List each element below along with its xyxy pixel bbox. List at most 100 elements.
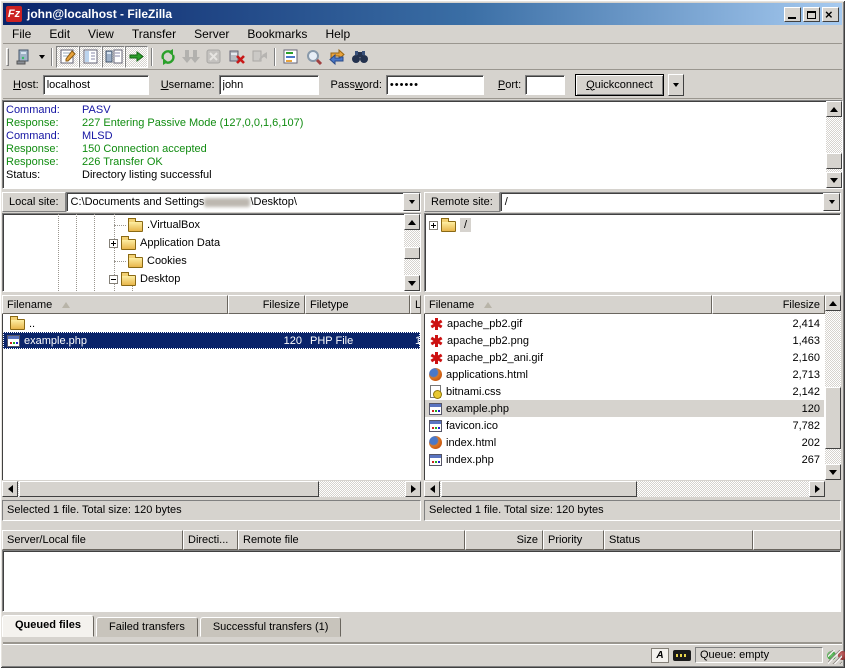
scroll-right-button[interactable] <box>405 481 421 497</box>
file-row[interactable]: index.html202 <box>425 434 824 451</box>
file-row[interactable]: index.php267 <box>425 451 824 468</box>
tab-failed-transfers[interactable]: Failed transfers <box>96 617 198 637</box>
column-header-filename[interactable]: Filename <box>424 295 712 314</box>
remote-site-dropdown-button[interactable] <box>823 193 840 211</box>
scroll-down-button[interactable] <box>826 172 842 188</box>
disconnect-button[interactable] <box>225 46 248 68</box>
tree-item-root[interactable]: / <box>429 216 471 234</box>
column-header-remote-file[interactable]: Remote file <box>238 530 465 550</box>
scrollbar-thumb[interactable] <box>825 387 841 449</box>
scrollbar-thumb[interactable] <box>826 153 842 169</box>
file-row[interactable]: bitnami.css2,142 <box>425 383 824 400</box>
menu-transfer[interactable]: Transfer <box>123 25 185 43</box>
transfer-type-indicator-icon: A <box>651 648 669 663</box>
quickconnect-dropdown-button[interactable] <box>668 74 684 96</box>
column-header-filesize[interactable]: Filesize <box>712 295 825 314</box>
scrollbar-thumb[interactable] <box>404 247 420 259</box>
toggle-message-log-button[interactable] <box>56 46 79 68</box>
menu-help[interactable]: Help <box>316 25 359 43</box>
toggle-transfer-queue-button[interactable] <box>125 46 148 68</box>
scroll-left-button[interactable] <box>424 481 440 497</box>
file-row[interactable]: apache_pb2.png1,463 <box>425 332 824 349</box>
scroll-right-button[interactable] <box>809 481 825 497</box>
remote-horizontal-scrollbar[interactable] <box>424 481 825 497</box>
toggle-local-tree-button[interactable] <box>79 46 102 68</box>
transfer-queue-list[interactable] <box>2 550 841 612</box>
directory-comparison-button[interactable] <box>302 46 325 68</box>
file-row[interactable]: apache_pb2_ani.gif2,160 <box>425 349 824 366</box>
scroll-up-button[interactable] <box>826 101 842 117</box>
tree-item-cookies[interactable]: Cookies <box>125 252 187 270</box>
refresh-button[interactable] <box>156 46 179 68</box>
local-file-list[interactable]: .. example.php 120 PHP File 1 <box>2 314 421 480</box>
remote-file-list[interactable]: apache_pb2.gif2,414 apache_pb2.png1,463 … <box>424 314 825 480</box>
password-input[interactable] <box>386 75 484 95</box>
local-site-combobox[interactable]: C:\Documents and Settings\Desktop\ <box>66 192 421 212</box>
process-queue-button[interactable] <box>179 46 202 68</box>
tab-successful-transfers[interactable]: Successful transfers (1) <box>200 617 342 637</box>
tab-queued-files[interactable]: Queued files <box>2 615 94 637</box>
scrollbar-thumb[interactable] <box>441 481 637 497</box>
column-header-filesize[interactable]: Filesize <box>228 295 305 314</box>
local-horizontal-scrollbar[interactable] <box>2 481 421 497</box>
quickconnect-button[interactable]: Quickconnect <box>575 74 664 96</box>
toolbar-grip[interactable] <box>6 48 9 66</box>
tree-item-virtualbox[interactable]: .VirtualBox <box>125 216 200 234</box>
scroll-down-button[interactable] <box>404 275 420 291</box>
local-site-dropdown-button[interactable] <box>403 193 420 211</box>
site-manager-dropdown-button[interactable] <box>35 46 48 68</box>
site-manager-button[interactable] <box>12 46 35 68</box>
message-log[interactable]: Command:PASV Response:227 Entering Passi… <box>2 100 843 189</box>
file-row[interactable]: apache_pb2.gif2,414 <box>425 315 824 332</box>
column-header-filetype[interactable]: Filetype <box>305 295 410 314</box>
tree-item-desktop[interactable]: Desktop <box>109 270 180 288</box>
scroll-left-button[interactable] <box>2 481 18 497</box>
close-button[interactable]: × <box>822 7 839 22</box>
file-row-example-php[interactable]: example.php 120 PHP File 1 <box>3 332 420 349</box>
scrollbar-thumb[interactable] <box>19 481 319 497</box>
maximize-button[interactable] <box>803 7 820 22</box>
log-scrollbar[interactable] <box>826 101 842 188</box>
remote-list-scrollbar[interactable] <box>825 295 841 480</box>
scroll-up-button[interactable] <box>404 214 420 230</box>
column-header-priority[interactable]: Priority <box>543 530 604 550</box>
menu-file[interactable]: File <box>3 25 40 43</box>
column-header-last-modified[interactable]: L <box>410 295 421 314</box>
find-files-button[interactable] <box>348 46 371 68</box>
column-header-status[interactable]: Status <box>604 530 753 550</box>
close-icon: × <box>825 8 833 21</box>
expand-icon[interactable] <box>429 221 438 230</box>
title-bar[interactable]: Fz john@localhost - FileZilla × <box>3 3 842 25</box>
resize-grip[interactable] <box>828 650 842 664</box>
scroll-up-button[interactable] <box>825 295 841 311</box>
column-header-size[interactable]: Size <box>465 530 543 550</box>
directory-listing-filters-button[interactable] <box>279 46 302 68</box>
tree-item-application-data[interactable]: Application Data <box>109 234 220 252</box>
toggle-remote-tree-button[interactable] <box>102 46 125 68</box>
file-row[interactable]: applications.html2,713 <box>425 366 824 383</box>
file-row-parent-dir[interactable]: .. <box>3 315 420 332</box>
local-tree-scrollbar[interactable] <box>404 214 420 291</box>
menu-view[interactable]: View <box>79 25 123 43</box>
menu-server[interactable]: Server <box>185 25 238 43</box>
column-header-filename[interactable]: Filename <box>2 295 228 314</box>
collapse-icon[interactable] <box>109 275 118 284</box>
cancel-operation-button[interactable] <box>202 46 225 68</box>
menu-bookmarks[interactable]: Bookmarks <box>238 25 316 43</box>
menu-edit[interactable]: Edit <box>40 25 79 43</box>
host-input[interactable] <box>43 75 149 95</box>
expand-icon[interactable] <box>109 239 118 248</box>
username-input[interactable] <box>219 75 319 95</box>
remote-site-combobox[interactable]: / <box>500 192 841 212</box>
file-row[interactable]: favicon.ico7,782 <box>425 417 824 434</box>
remote-directory-tree[interactable]: / <box>424 213 841 292</box>
local-directory-tree[interactable]: .VirtualBox Application Data Cookies Des… <box>2 213 421 292</box>
minimize-button[interactable] <box>784 7 801 22</box>
file-row-example-php[interactable]: example.php120 <box>425 400 824 417</box>
synchronized-browsing-button[interactable] <box>325 46 348 68</box>
scroll-down-button[interactable] <box>825 464 841 480</box>
column-header-direction[interactable]: Directi... <box>183 530 238 550</box>
reconnect-button[interactable] <box>248 46 271 68</box>
port-input[interactable] <box>525 75 565 95</box>
column-header-server-local-file[interactable]: Server/Local file <box>2 530 183 550</box>
